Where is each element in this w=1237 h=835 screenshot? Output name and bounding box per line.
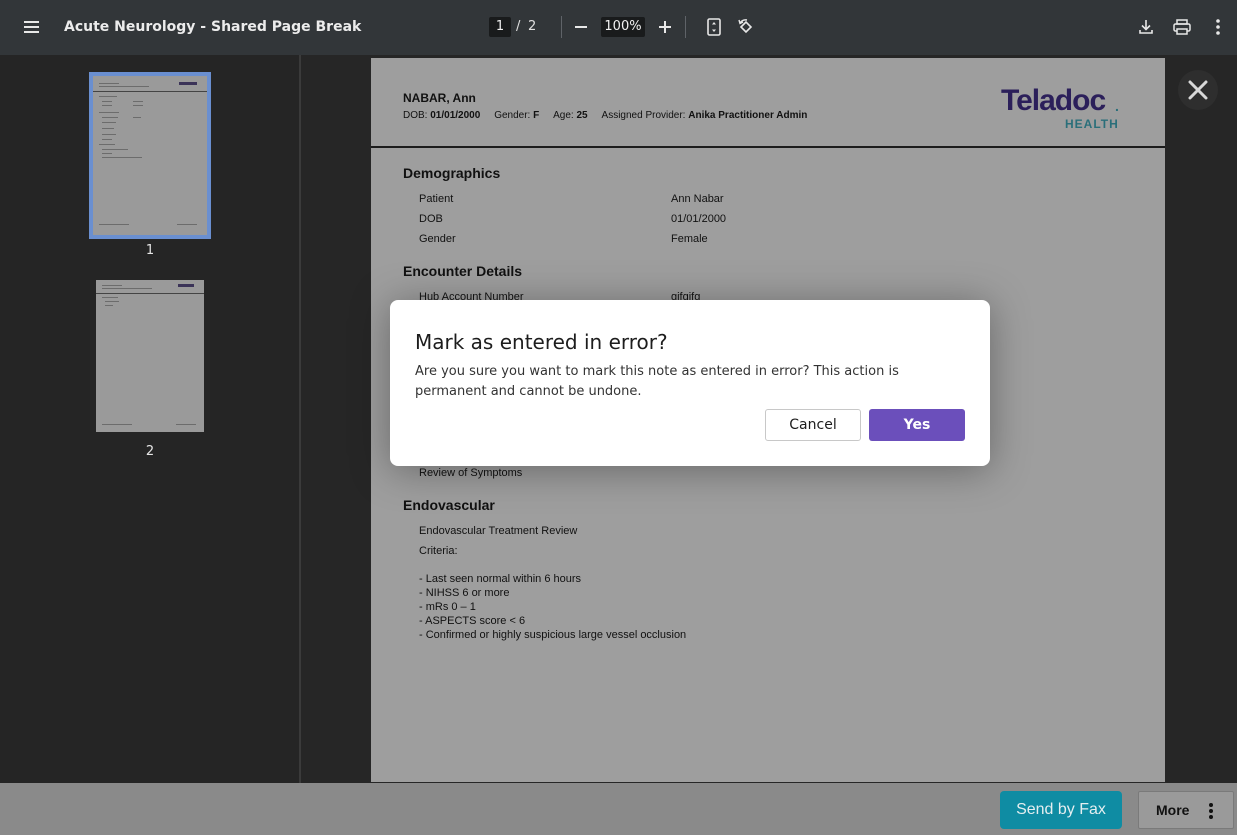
confirm-dialog: Mark as entered in error? Are you sure y… <box>390 300 990 466</box>
dialog-title: Mark as entered in error? <box>415 330 668 354</box>
dialog-message: Are you sure you want to mark this note … <box>415 364 899 399</box>
pdf-viewer-app: Acute Neurology - Shared Page Break 1 / … <box>0 0 1237 835</box>
yes-button[interactable]: Yes <box>869 409 965 441</box>
cancel-button[interactable]: Cancel <box>765 409 861 441</box>
